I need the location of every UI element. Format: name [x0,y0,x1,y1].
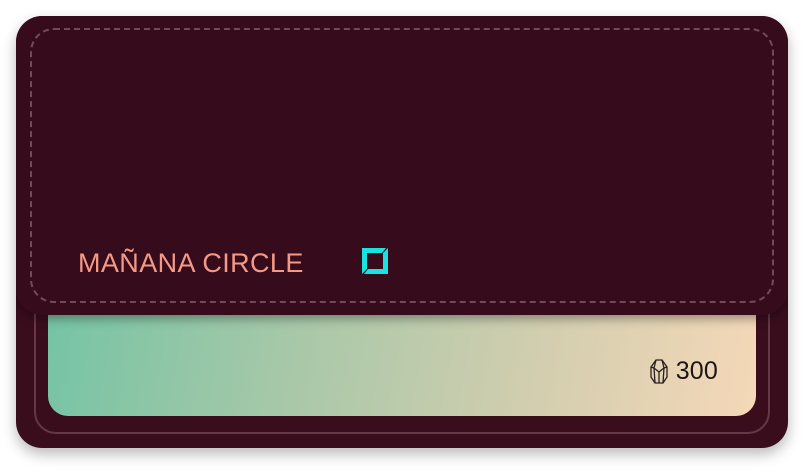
points-value: 300 [675,357,718,385]
wallet-flap[interactable]: MAÑANA CIRCLE [16,16,788,315]
wallet[interactable]: 300 MAÑANA CIRCLE [16,16,788,448]
points-balance: 300 [648,357,718,386]
circle-name: MAÑANA CIRCLE [78,248,304,278]
gem-icon [648,358,670,386]
square-bracket-logo-icon [360,246,390,276]
